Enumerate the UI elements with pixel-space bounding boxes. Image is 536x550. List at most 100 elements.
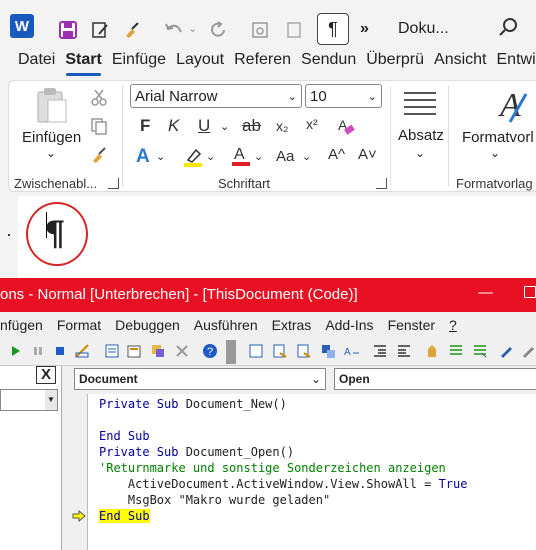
print-preview-icon[interactable] bbox=[246, 16, 274, 44]
menu-format[interactable]: Format bbox=[50, 317, 108, 333]
indent-icon[interactable] bbox=[372, 343, 388, 359]
text-effects-dropdown-icon[interactable]: ⌄ bbox=[156, 150, 165, 163]
font-name-combo[interactable]: Arial Narrow ⌄ bbox=[130, 84, 302, 108]
styles-icon[interactable]: A bbox=[496, 86, 530, 129]
menu-add-ins[interactable]: Add-Ins bbox=[318, 317, 380, 333]
underline-dropdown-icon[interactable]: ⌄ bbox=[220, 120, 229, 133]
toolbox-icon[interactable] bbox=[174, 343, 190, 359]
next-bookmark-icon[interactable] bbox=[520, 343, 536, 359]
clear-formatting-icon[interactable]: A bbox=[336, 116, 356, 139]
tab-ueberpruefen[interactable]: Überprü bbox=[361, 44, 429, 80]
object-combo[interactable]: Document ⌄ bbox=[74, 368, 326, 390]
close-panel-button[interactable]: X bbox=[36, 366, 56, 384]
toggle-breakpoint-icon[interactable] bbox=[424, 343, 440, 359]
complete-word-icon[interactable]: A bbox=[344, 343, 360, 359]
properties-icon[interactable] bbox=[126, 343, 142, 359]
paste-icon[interactable] bbox=[34, 86, 68, 129]
bold-button[interactable]: F bbox=[140, 116, 150, 136]
paragraph-icon[interactable] bbox=[402, 90, 438, 121]
underline-button[interactable]: U bbox=[198, 116, 210, 136]
minimize-icon[interactable]: — bbox=[478, 284, 493, 301]
uncomment-block-icon[interactable] bbox=[472, 343, 488, 359]
run-icon[interactable] bbox=[8, 343, 24, 359]
paragraph-dropdown-icon[interactable]: ⌄ bbox=[415, 146, 425, 160]
copy-icon[interactable] bbox=[90, 117, 108, 138]
edit-document-icon[interactable] bbox=[86, 16, 114, 44]
undo-dropdown-icon[interactable]: ⌄ bbox=[188, 22, 197, 35]
font-launcher-icon[interactable] bbox=[376, 178, 387, 189]
list-properties-icon[interactable] bbox=[248, 343, 264, 359]
grow-font-button[interactable]: A^ bbox=[328, 146, 345, 163]
code-line[interactable]: End Sub bbox=[99, 508, 150, 524]
font-color-icon[interactable]: A bbox=[230, 144, 252, 171]
italic-button[interactable]: K bbox=[168, 116, 179, 136]
menu-einfuegen[interactable]: nfügen bbox=[0, 317, 50, 333]
parameter-info-icon[interactable] bbox=[320, 343, 336, 359]
tab-start[interactable]: Start bbox=[60, 44, 106, 80]
code-line[interactable]: 'Returnmarke und sonstige Sonderzeichen … bbox=[99, 460, 446, 476]
object-browser-icon[interactable] bbox=[150, 343, 166, 359]
toolbar-overflow-icon[interactable] bbox=[226, 340, 236, 364]
more-commands-icon[interactable]: » bbox=[360, 20, 369, 38]
menu-help[interactable]: ? bbox=[442, 317, 464, 333]
paste-label[interactable]: Einfügen bbox=[22, 129, 81, 146]
format-painter-icon[interactable] bbox=[90, 146, 108, 167]
font-size-combo[interactable]: 10 ⌄ bbox=[305, 84, 382, 108]
tab-referenzen[interactable]: Referen bbox=[229, 44, 296, 80]
document-page[interactable] bbox=[18, 196, 536, 278]
tab-entwicklertools[interactable]: Entwick bbox=[492, 44, 536, 80]
menu-debuggen[interactable]: Debuggen bbox=[108, 317, 187, 333]
list-constants-icon[interactable] bbox=[272, 343, 288, 359]
quick-info-icon[interactable] bbox=[296, 343, 312, 359]
code-line[interactable]: ActiveDocument.ActiveWindow.View.ShowAll… bbox=[99, 476, 468, 492]
subscript-button[interactable]: x₂ bbox=[276, 118, 288, 134]
tab-datei[interactable]: Datei bbox=[0, 44, 60, 80]
project-explorer-icon[interactable] bbox=[104, 343, 120, 359]
code-line[interactable]: MsgBox "Makro wurde geladen" bbox=[99, 492, 330, 508]
redo-icon[interactable] bbox=[204, 16, 232, 44]
pause-icon[interactable] bbox=[30, 343, 46, 359]
code-line[interactable]: End Sub bbox=[99, 428, 150, 444]
menu-extras[interactable]: Extras bbox=[265, 317, 319, 333]
code-line[interactable]: Private Sub Document_New() bbox=[99, 396, 287, 412]
show-formatting-button[interactable]: ¶ bbox=[317, 13, 349, 45]
chevron-down-icon[interactable]: ▼ bbox=[45, 390, 57, 410]
outdent-icon[interactable] bbox=[396, 343, 412, 359]
tab-sendungen[interactable]: Sendun bbox=[296, 44, 361, 80]
clipboard-launcher-icon[interactable] bbox=[108, 178, 119, 189]
tab-layout[interactable]: Layout bbox=[171, 44, 229, 80]
paste-dropdown-icon[interactable]: ⌄ bbox=[46, 146, 56, 160]
comment-block-icon[interactable] bbox=[448, 343, 464, 359]
stop-icon[interactable] bbox=[52, 343, 68, 359]
code-line[interactable]: Private Sub Document_Open() bbox=[99, 444, 294, 460]
format-painter-qat-icon[interactable] bbox=[118, 16, 146, 44]
save-icon[interactable] bbox=[54, 16, 82, 44]
highlight-icon[interactable] bbox=[182, 146, 204, 171]
styles-label[interactable]: Formatvorl bbox=[462, 129, 534, 146]
undo-icon[interactable] bbox=[160, 16, 188, 44]
change-case-dropdown-icon[interactable]: ⌄ bbox=[302, 150, 311, 163]
design-mode-icon[interactable] bbox=[74, 343, 90, 359]
menu-fenster[interactable]: Fenster bbox=[381, 317, 442, 333]
search-icon[interactable] bbox=[498, 16, 520, 41]
tab-einfuegen[interactable]: Einfüge bbox=[107, 44, 171, 80]
tab-ansicht[interactable]: Ansicht bbox=[429, 44, 491, 80]
text-effects-button[interactable]: A bbox=[136, 146, 150, 168]
shrink-font-button[interactable]: A˅ bbox=[358, 146, 377, 163]
menu-ausfuehren[interactable]: Ausführen bbox=[187, 317, 265, 333]
toggle-bookmark-icon[interactable] bbox=[498, 343, 514, 359]
strikethrough-button[interactable]: ab bbox=[242, 116, 261, 136]
superscript-button[interactable]: x² bbox=[306, 116, 318, 132]
highlight-dropdown-icon[interactable]: ⌄ bbox=[206, 150, 215, 163]
font-color-dropdown-icon[interactable]: ⌄ bbox=[254, 150, 263, 163]
styles-dropdown-icon[interactable]: ⌄ bbox=[490, 146, 500, 160]
cut-icon[interactable] bbox=[90, 88, 108, 109]
procedure-combo-value: Open bbox=[339, 372, 370, 386]
procedure-combo[interactable]: Open bbox=[334, 368, 536, 390]
paragraph-label[interactable]: Absatz bbox=[398, 127, 444, 144]
maximize-icon[interactable] bbox=[524, 286, 536, 298]
help-icon[interactable]: ? bbox=[202, 343, 218, 359]
new-document-icon[interactable] bbox=[280, 16, 308, 44]
code-token: Document_Open() bbox=[178, 445, 295, 459]
change-case-button[interactable]: Aa bbox=[276, 148, 294, 165]
